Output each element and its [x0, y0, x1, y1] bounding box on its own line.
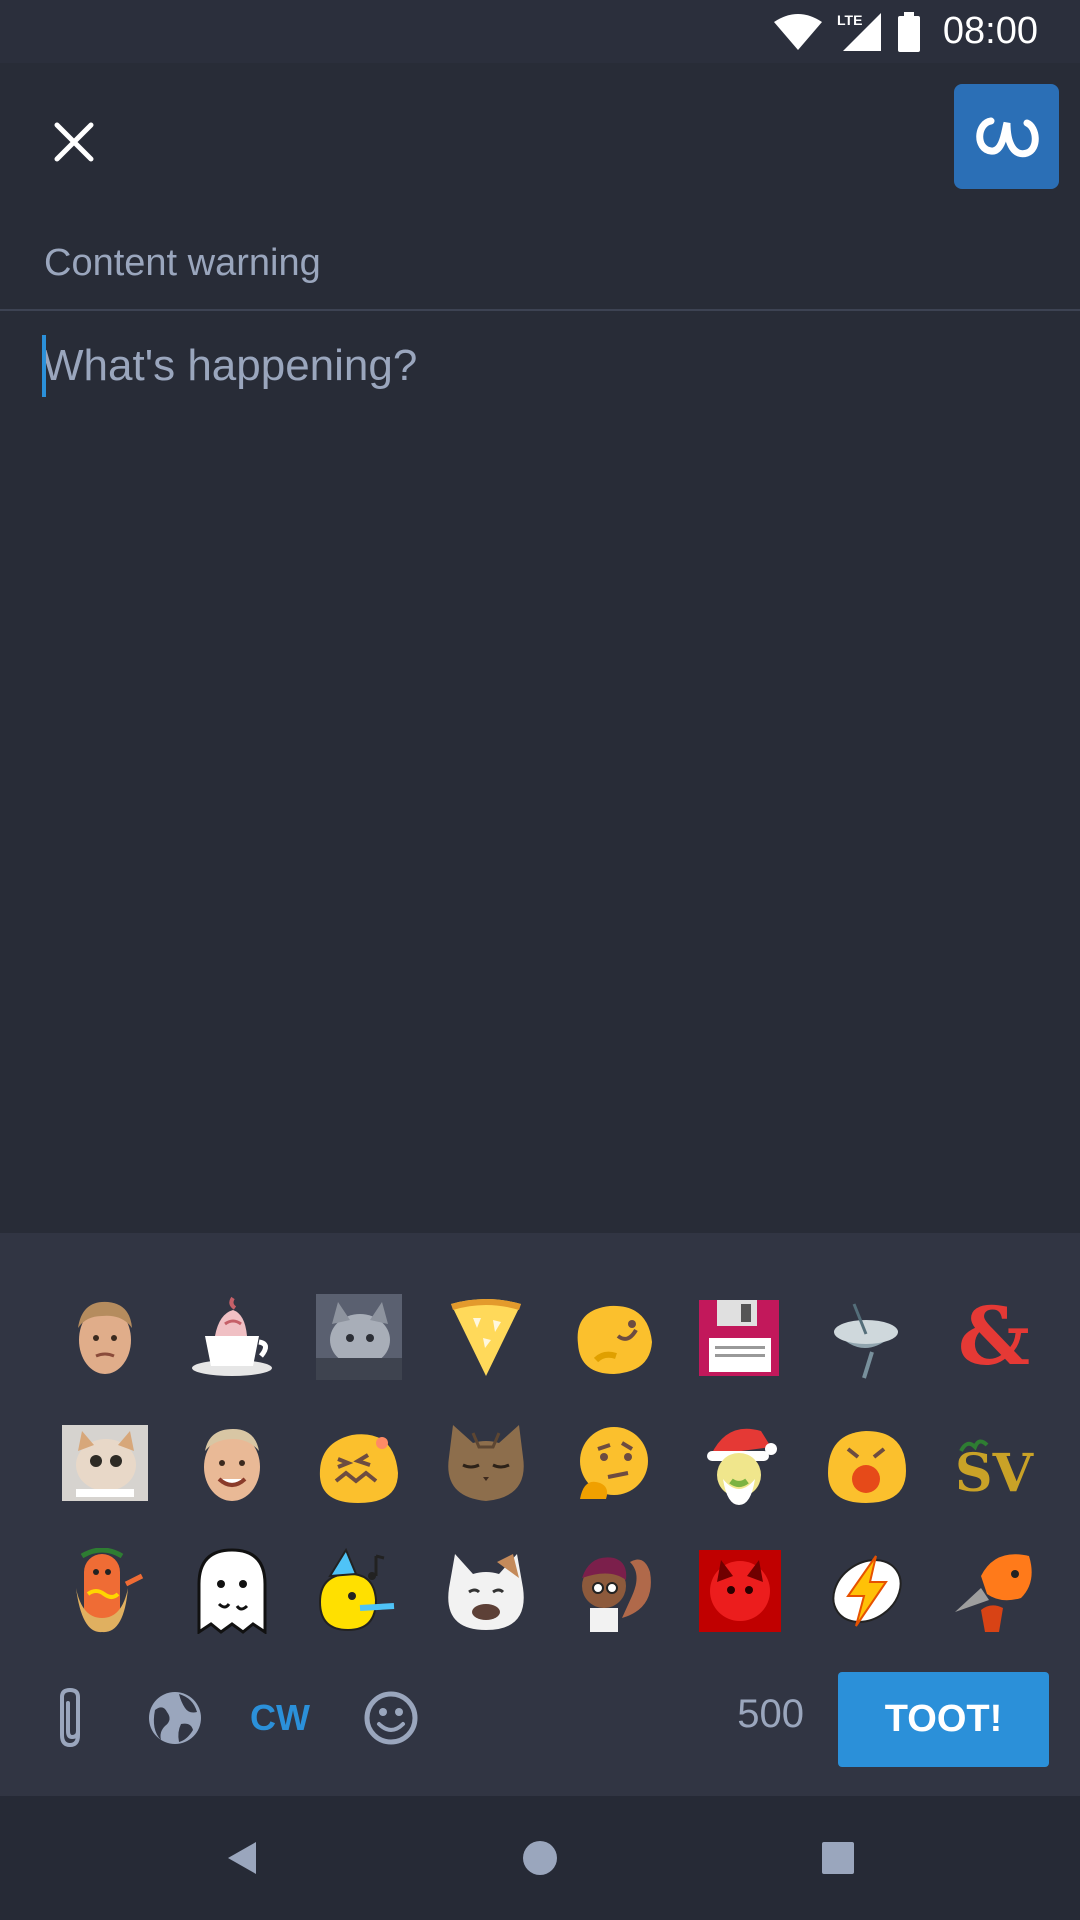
app-bar: [0, 63, 1080, 213]
nav-back-button[interactable]: [210, 1826, 274, 1890]
character-counter: 500: [737, 1692, 804, 1736]
emoji-ghost[interactable]: [168, 1527, 295, 1654]
system-nav-bar: [0, 1796, 1080, 1920]
attach-media-button[interactable]: [30, 1678, 110, 1758]
mastodon-logo-icon: [975, 117, 1039, 157]
status-bar: LTE 08:00: [0, 0, 1080, 63]
emoji-man-face[interactable]: [41, 1273, 168, 1400]
emoji-blob-laugh[interactable]: [295, 1400, 422, 1527]
back-triangle-icon: [228, 1842, 256, 1874]
emoji-sv-logo[interactable]: SV: [930, 1400, 1057, 1527]
emoji-santa-sick[interactable]: [676, 1400, 803, 1527]
compose-area: [0, 313, 1080, 1233]
svg-text:&: &: [957, 1294, 1029, 1380]
emoji-ampersand[interactable]: &: [930, 1273, 1057, 1400]
svg-text:LTE: LTE: [837, 12, 862, 28]
content-warning-toggle[interactable]: CW: [240, 1678, 320, 1758]
content-warning-field: [0, 223, 1080, 311]
emoji-squirrel-girl[interactable]: [549, 1527, 676, 1654]
emoji-red-cat[interactable]: [676, 1527, 803, 1654]
account-avatar-button[interactable]: [954, 84, 1059, 189]
nav-home-button[interactable]: [508, 1826, 572, 1890]
status-text-input[interactable]: [42, 335, 1038, 1195]
emoji-happy-cat-photo[interactable]: [41, 1400, 168, 1527]
emoji-pizza-slice[interactable]: [422, 1273, 549, 1400]
emoji-grey-cat-photo[interactable]: [295, 1273, 422, 1400]
emoji-floppy-disk[interactable]: [676, 1273, 803, 1400]
emoji-dancing-hotdog[interactable]: [41, 1527, 168, 1654]
emoji-party-blob[interactable]: [295, 1527, 422, 1654]
close-button[interactable]: [40, 108, 108, 176]
emoji-smiling-man-face[interactable]: [168, 1400, 295, 1527]
cw-label: CW: [250, 1697, 310, 1738]
battery-icon: [897, 11, 920, 52]
emoji-button[interactable]: [351, 1678, 431, 1758]
clock: 08:00: [942, 10, 1038, 52]
emoji-squid-kid[interactable]: [930, 1527, 1057, 1654]
globe-icon: [149, 1692, 201, 1744]
smiley-icon: [364, 1691, 418, 1745]
nav-recents-button[interactable]: [806, 1826, 870, 1890]
emoji-thinking-blob[interactable]: [549, 1400, 676, 1527]
lte-signal-icon: LTE: [837, 12, 881, 51]
toot-button[interactable]: TOOT!: [838, 1672, 1049, 1767]
emoji-grid: & SV: [41, 1273, 1057, 1654]
text-caret: [42, 335, 46, 397]
close-icon: [54, 122, 94, 162]
wifi-icon: [773, 13, 822, 50]
emoji-cat-face[interactable]: [422, 1400, 549, 1527]
recents-square-icon: [822, 1842, 854, 1874]
emoji-hot-chocolate[interactable]: [168, 1273, 295, 1400]
emoji-blob-scream[interactable]: [803, 1400, 930, 1527]
home-circle-icon: [523, 1841, 557, 1875]
paperclip-icon: [60, 1687, 80, 1748]
visibility-button[interactable]: [135, 1678, 215, 1758]
emoji-satellite-dish[interactable]: [803, 1273, 930, 1400]
content-warning-input[interactable]: [42, 233, 1032, 293]
compose-toolbar: CW 500 TOOT!: [0, 1648, 1080, 1796]
emoji-white-cat[interactable]: [422, 1527, 549, 1654]
emoji-blob-wink[interactable]: [549, 1273, 676, 1400]
emoji-lightning-badge[interactable]: [803, 1527, 930, 1654]
svg-text:SV: SV: [955, 1443, 1035, 1504]
